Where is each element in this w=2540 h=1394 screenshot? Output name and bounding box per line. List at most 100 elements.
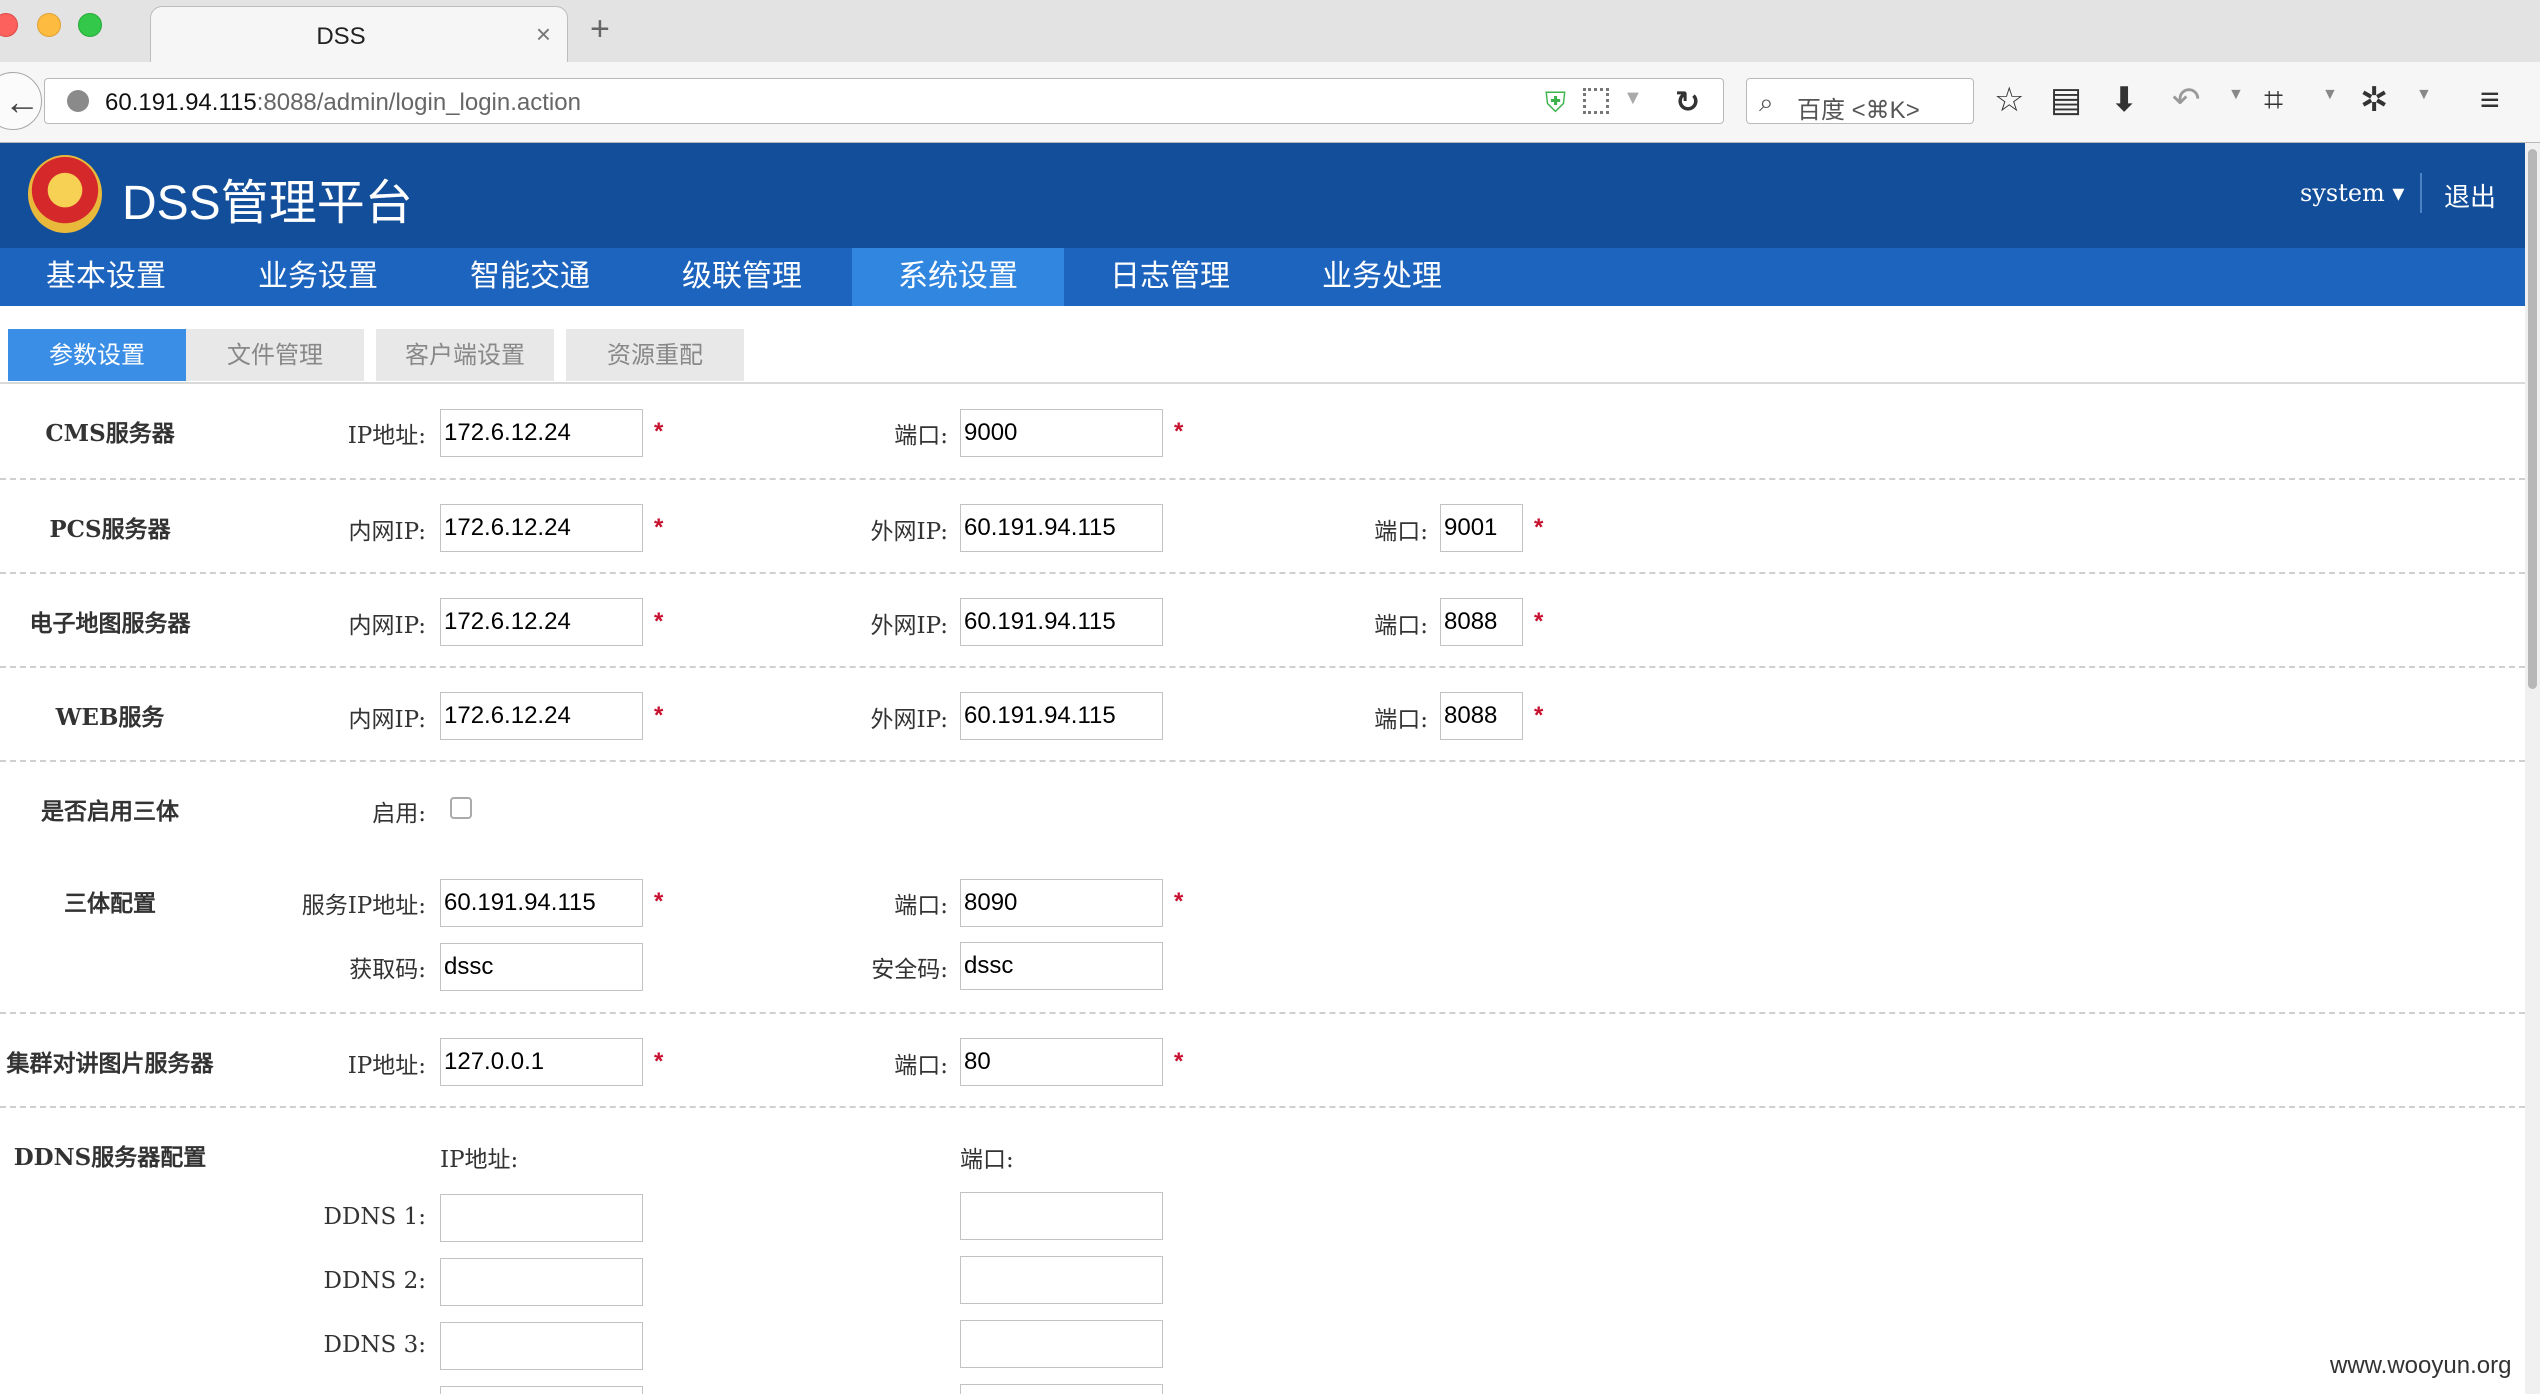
url-path: :8088/admin/login_login.action	[256, 89, 581, 116]
ddns-3-label: DDNS 3:	[323, 1332, 426, 1358]
page-scrollbar[interactable]	[2525, 143, 2540, 1394]
ddns-4-port-input[interactable]	[960, 1384, 1163, 1394]
emap-outer-ip-label: 外网IP:	[870, 613, 949, 639]
browser-tab-title: DSS	[316, 23, 366, 50]
row-divider	[0, 760, 2525, 762]
fetch-code-input[interactable]: dssc	[440, 943, 643, 991]
download-icon[interactable]: ⬇	[2110, 80, 2139, 120]
menu-system-settings[interactable]: 系统设置	[852, 248, 1064, 306]
ddns-2-label: DDNS 2:	[323, 1268, 426, 1294]
menu-cascade-management[interactable]: 级联管理	[636, 248, 848, 306]
undo-icon[interactable]: ↶	[2172, 80, 2201, 120]
window-zoom-button[interactable]	[78, 13, 102, 37]
service-ip-label: 服务IP地址:	[301, 893, 426, 919]
new-tab-icon[interactable]: +	[590, 12, 610, 46]
back-button[interactable]: ←	[0, 72, 42, 130]
cms-ip-input[interactable]: 172.6.12.24	[440, 409, 643, 457]
bug-icon[interactable]: ✲	[2360, 80, 2389, 120]
ddns-1-ip-input[interactable]	[440, 1194, 643, 1242]
ddns-4-ip-input[interactable]	[440, 1386, 643, 1394]
ddns-1-label: DDNS 1:	[323, 1204, 426, 1230]
row-divider	[0, 666, 2525, 668]
row-divider	[0, 1012, 2525, 1014]
emap-inner-ip-input[interactable]: 172.6.12.24	[440, 598, 643, 646]
hamburger-menu-icon[interactable]: ≡	[2480, 80, 2500, 120]
enable-three-body-checkbox[interactable]	[450, 797, 472, 819]
menu-smart-traffic[interactable]: 智能交通	[424, 248, 636, 306]
pcs-outer-ip-input[interactable]: 60.191.94.115	[960, 504, 1163, 552]
security-code-label: 安全码:	[871, 957, 948, 983]
chevron-down-icon[interactable]: ▼	[2416, 86, 2432, 104]
cluster-port-input[interactable]: 80	[960, 1038, 1163, 1086]
watermark-text: www.wooyun.org	[2330, 1352, 2512, 1379]
required-marker: *	[654, 888, 664, 915]
ddns-3-port-input[interactable]	[960, 1320, 1163, 1368]
app-title: DSS管理平台	[122, 177, 413, 230]
cluster-section-label: 集群对讲图片服务器	[6, 1050, 214, 1077]
emap-outer-ip-input[interactable]: 60.191.94.115	[960, 598, 1163, 646]
url-text[interactable]: 60.191.94.115:8088/admin/login_login.act…	[105, 89, 581, 117]
security-code-input[interactable]: dssc	[960, 942, 1163, 990]
tab-resource-reconfig[interactable]: 资源重配	[566, 329, 744, 381]
qr-code-icon[interactable]	[1583, 88, 1609, 114]
ddns-3-ip-input[interactable]	[440, 1322, 643, 1370]
cluster-port-label: 端口:	[894, 1053, 948, 1079]
pcs-port-input[interactable]: 9001	[1440, 504, 1523, 552]
web-port-input[interactable]: 8088	[1440, 692, 1523, 740]
reload-icon[interactable]: ↻	[1675, 85, 1700, 120]
required-marker: *	[1534, 514, 1544, 541]
cms-section-label: CMS服务器	[45, 420, 175, 447]
pcs-inner-ip-label: 内网IP:	[348, 519, 427, 545]
crop-icon[interactable]: ⌗	[2264, 80, 2283, 120]
scrollbar-thumb[interactable]	[2528, 149, 2537, 689]
web-outer-ip-label: 外网IP:	[870, 707, 949, 733]
ddns-2-ip-input[interactable]	[440, 1258, 643, 1306]
browser-tab[interactable]: DSS ×	[150, 6, 568, 63]
menu-basic-settings[interactable]: 基本设置	[0, 248, 212, 306]
menu-log-management[interactable]: 日志管理	[1064, 248, 1276, 306]
emap-port-label: 端口:	[1374, 613, 1428, 639]
chevron-down-icon[interactable]: ▼	[2228, 86, 2244, 104]
cluster-ip-input[interactable]: 127.0.0.1	[440, 1038, 643, 1086]
fetch-code-label: 获取码:	[349, 957, 426, 983]
chevron-down-icon[interactable]: ▼	[2322, 86, 2338, 104]
tab-close-icon[interactable]: ×	[536, 19, 551, 50]
web-inner-ip-input[interactable]: 172.6.12.24	[440, 692, 643, 740]
row-divider	[0, 478, 2525, 480]
ddns-1-port-input[interactable]	[960, 1192, 1163, 1240]
search-bar[interactable]: ⌕ 百度 <⌘K>	[1746, 78, 1974, 124]
three-body-section-label: 是否启用三体	[41, 798, 179, 825]
tab-client-settings[interactable]: 客户端设置	[376, 329, 554, 381]
required-marker: *	[1174, 888, 1184, 915]
required-marker: *	[654, 514, 664, 541]
user-menu[interactable]: system ▾	[2300, 179, 2404, 207]
web-port-label: 端口:	[1374, 707, 1428, 733]
shield-icon[interactable]: ⛨	[1545, 87, 1566, 120]
emap-port-input[interactable]: 8088	[1440, 598, 1523, 646]
logout-link[interactable]: 退出	[2444, 177, 2496, 214]
web-outer-ip-input[interactable]: 60.191.94.115	[960, 692, 1163, 740]
pcs-port-label: 端口:	[1374, 519, 1428, 545]
menu-business-processing[interactable]: 业务处理	[1276, 248, 1488, 306]
police-emblem-logo	[28, 155, 102, 233]
window-minimize-button[interactable]	[37, 13, 61, 37]
ddns-2-port-input[interactable]	[960, 1256, 1163, 1304]
tab-file-management[interactable]: 文件管理	[186, 329, 364, 381]
required-marker: *	[1534, 702, 1544, 729]
address-bar[interactable]: 60.191.94.115:8088/admin/login_login.act…	[44, 78, 1724, 124]
pcs-inner-ip-input[interactable]: 172.6.12.24	[440, 504, 643, 552]
back-arrow-icon: ←	[4, 81, 40, 122]
three-port-input[interactable]: 8090	[960, 879, 1163, 927]
row-divider	[0, 1106, 2525, 1108]
window-close-button[interactable]	[0, 13, 18, 37]
chevron-down-icon[interactable]: ▼	[1623, 87, 1643, 110]
bookmark-star-icon[interactable]: ☆	[1994, 80, 2024, 120]
cms-port-input[interactable]: 9000	[960, 409, 1163, 457]
cluster-ip-label: IP地址:	[347, 1053, 426, 1079]
web-inner-ip-label: 内网IP:	[348, 707, 427, 733]
tab-parameter-settings[interactable]: 参数设置	[8, 329, 186, 381]
service-ip-input[interactable]: 60.191.94.115	[440, 879, 643, 927]
required-marker: *	[654, 1048, 664, 1075]
reading-list-icon[interactable]: ▤	[2050, 80, 2082, 120]
menu-business-settings[interactable]: 业务设置	[212, 248, 424, 306]
